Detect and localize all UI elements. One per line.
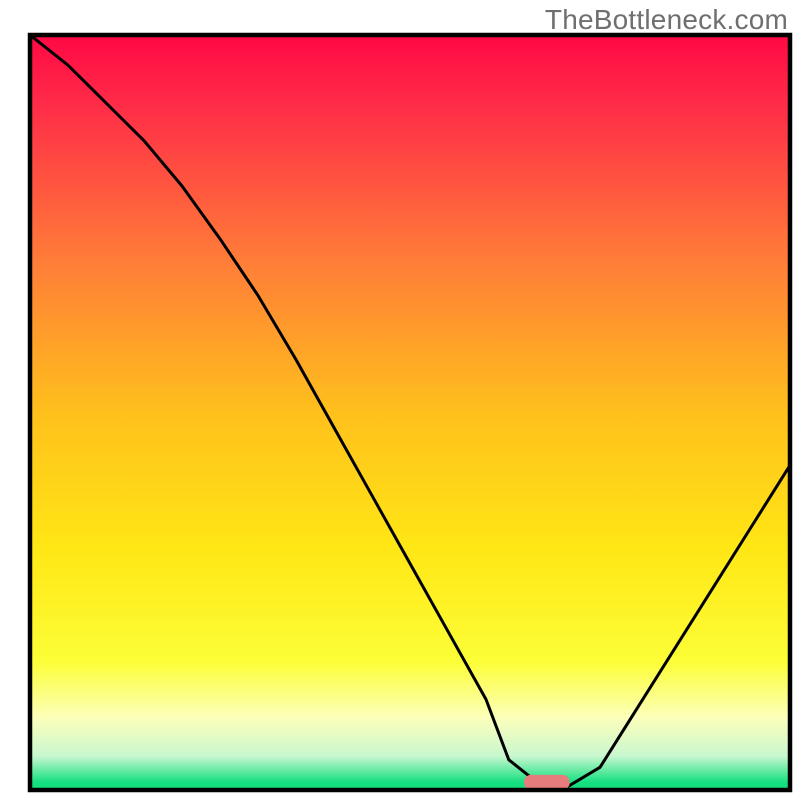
bottleneck-curve-chart [0,0,800,800]
chart-frame: TheBottleneck.com [0,0,800,800]
gradient-background [30,35,790,790]
watermark-text: TheBottleneck.com [545,4,788,36]
optimal-zone-marker [524,775,570,790]
